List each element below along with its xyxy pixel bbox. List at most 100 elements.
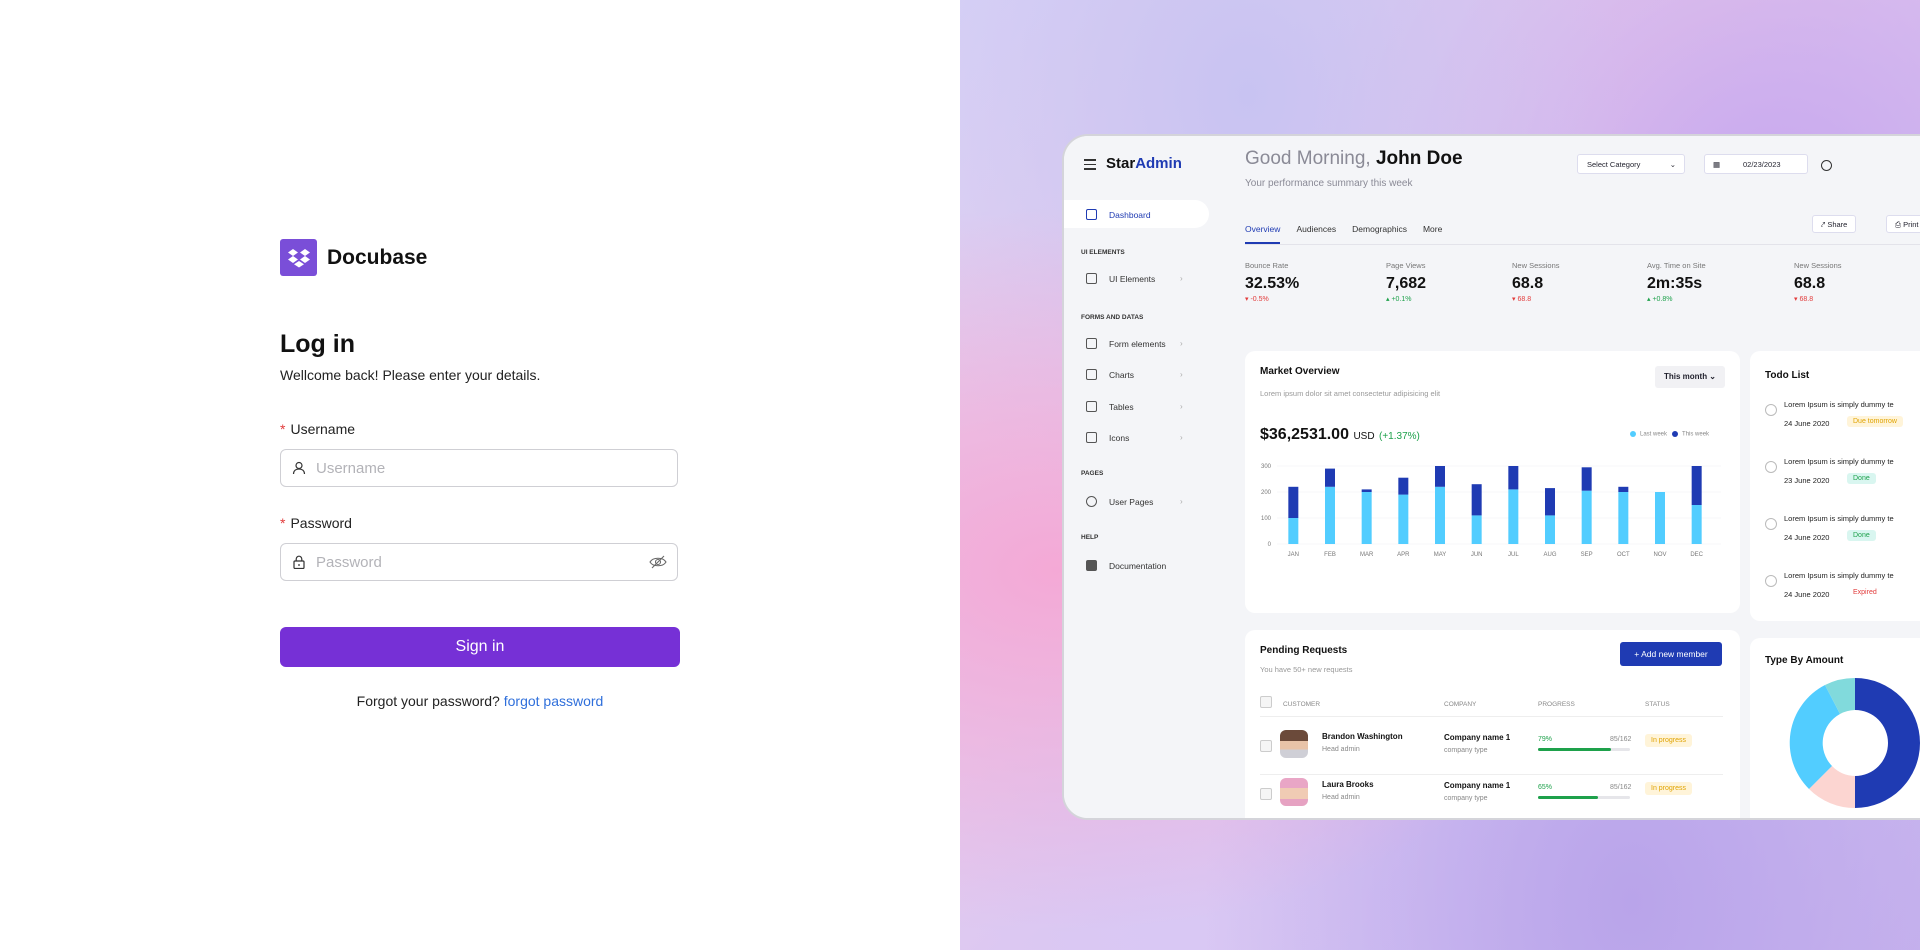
period-select: This month ⌄	[1655, 366, 1725, 388]
x-tick-label: AUG	[1543, 552, 1556, 558]
username-input[interactable]	[314, 458, 677, 478]
chevron-right-icon: ›	[1180, 370, 1183, 379]
grid-icon	[1086, 209, 1097, 220]
type-by-amount-card: Type By Amount	[1750, 638, 1920, 818]
page-title: Log in	[280, 330, 355, 358]
select-category: Select Category ⌄	[1577, 154, 1685, 174]
todo-date: 24 June 2020	[1784, 419, 1830, 428]
stat-label: Page Views	[1386, 261, 1426, 270]
progress-percent: 79%	[1538, 736, 1553, 743]
sidebar-section-help: HELP	[1081, 534, 1099, 541]
todo-text: Lorem Ipsum is simply dummy te	[1784, 400, 1894, 409]
forgot-text: Forgot your password?	[356, 693, 500, 709]
todo-date: 23 June 2020	[1784, 476, 1830, 485]
bar-last-week	[1545, 515, 1555, 544]
login-panel: Docubase Log in Wellcome back! Please en…	[0, 0, 960, 950]
page-subtitle: Wellcome back! Please enter your details…	[280, 367, 541, 383]
col-progress: PROGRESS	[1538, 701, 1575, 708]
checkbox-circle-icon	[1765, 404, 1777, 416]
sidebar-item-charts: Charts ›	[1086, 369, 1183, 380]
username-label-text: Username	[290, 421, 356, 437]
stat-new-sessions: New Sessions 68.8 ▾ 68.8	[1512, 261, 1560, 303]
sidebar-item-label: User Pages	[1109, 496, 1154, 507]
table-row: Brandon Washington Head admin Company na…	[1260, 726, 1723, 775]
stat-page-views: Page Views 7,682 ▴ +0.1%	[1386, 261, 1426, 303]
x-tick-label: FEB	[1324, 552, 1336, 558]
sidebar-section-pages: PAGES	[1081, 470, 1104, 477]
forgot-password-link[interactable]: forgot password	[504, 693, 604, 709]
table-icon	[1086, 401, 1097, 412]
todo-text: Lorem Ipsum is simply dummy te	[1784, 514, 1894, 523]
sidebar-item-tables: Tables ›	[1086, 401, 1183, 412]
sidebar-item-dashboard: Dashboard	[1086, 209, 1151, 220]
legend-this-week: This week	[1682, 431, 1710, 438]
bar-last-week	[1435, 486, 1445, 544]
stat-delta-value: +0.8%	[1652, 296, 1673, 303]
table-row: Laura Brooks Head admin Company name 1 c…	[1260, 774, 1723, 818]
pending-requests-card: Pending Requests You have 50+ new reques…	[1245, 630, 1740, 818]
bar-last-week	[1471, 515, 1482, 544]
share-label: Share	[1827, 220, 1848, 229]
stat-label: Avg. Time on Site	[1647, 261, 1706, 270]
chart-legend: Last week This week	[1630, 431, 1709, 438]
stat-delta-value: 68.8	[1517, 296, 1532, 303]
stat-delta: ▾ 68.8	[1512, 296, 1532, 303]
stat-new-sessions-2: New Sessions 68.8 ▾ 68.8	[1794, 261, 1842, 303]
add-member-label: Add new member	[1641, 649, 1708, 659]
amount-currency: USD	[1353, 431, 1375, 442]
period-label: This month	[1663, 372, 1708, 381]
tab-divider	[1245, 244, 1920, 245]
sidebar: StarAdmin Dashboard UI ELEMENTS UI Eleme…	[1064, 136, 1209, 818]
sidebar-item-form-elements: Form elements ›	[1086, 338, 1183, 349]
dropbox-logo-icon	[280, 239, 317, 276]
eye-hidden-icon[interactable]	[649, 555, 667, 569]
todo-date: 24 June 2020	[1784, 533, 1830, 542]
status-badge: In progress	[1645, 782, 1693, 795]
sign-in-button[interactable]: Sign in	[280, 627, 680, 667]
password-field[interactable]	[280, 543, 678, 581]
password-label: * Password	[280, 515, 352, 531]
tab-demographics: Demographics	[1352, 224, 1407, 234]
stat-delta: ▾ -0.5%	[1245, 296, 1269, 303]
y-tick-label: 100	[1261, 516, 1272, 522]
x-tick-label: JUN	[1471, 552, 1483, 558]
bar-last-week	[1508, 489, 1519, 544]
tab-more: More	[1422, 224, 1443, 234]
stat-value: 7,682	[1386, 275, 1427, 292]
tab-bar: Overview Audiences Demographics More	[1245, 224, 1458, 244]
market-title: Market Overview	[1260, 366, 1340, 377]
password-input[interactable]	[314, 552, 649, 572]
stat-delta: ▴ +0.1%	[1386, 296, 1412, 303]
date-picker: ▦ 02/23/2023	[1704, 154, 1808, 174]
todo-text: Lorem Ipsum is simply dummy te	[1784, 571, 1894, 580]
select-all-checkbox	[1260, 696, 1272, 708]
layout-icon	[1086, 273, 1097, 284]
progress-fraction: 85/162	[1610, 736, 1632, 743]
bar-this-week	[1691, 466, 1702, 505]
brand-star: Star	[1106, 155, 1136, 172]
username-field[interactable]	[280, 449, 678, 487]
bar-this-week	[1288, 486, 1299, 518]
print-label: Print	[1903, 220, 1919, 229]
stat-label: New Sessions	[1794, 261, 1842, 270]
company-name: Company name 1	[1444, 733, 1511, 742]
todo-date: 24 June 2020	[1784, 590, 1830, 599]
x-tick-label: APR	[1397, 552, 1410, 558]
sidebar-item-label: Form elements	[1109, 338, 1166, 349]
progress-bar	[1538, 748, 1630, 751]
stat-value: 32.53%	[1245, 275, 1300, 292]
customer-name: Brandon Washington	[1322, 732, 1403, 741]
checkbox-circle-icon	[1765, 461, 1777, 473]
bar-this-week	[1435, 466, 1445, 487]
stat-label: Bounce Rate	[1245, 261, 1289, 270]
avatar	[1280, 778, 1308, 806]
progress-fraction: 85/162	[1610, 784, 1632, 791]
sidebar-item-label: Icons	[1109, 432, 1130, 443]
progress-percent: 65%	[1538, 784, 1553, 791]
hero-panel: StarAdmin Dashboard UI ELEMENTS UI Eleme…	[960, 0, 1920, 950]
x-tick-label: SEP	[1581, 552, 1593, 558]
sidebar-item-label: Documentation	[1109, 560, 1167, 571]
sidebar-item-label: Tables	[1109, 401, 1134, 412]
y-tick-label: 300	[1261, 464, 1272, 470]
customer-role: Head admin	[1322, 746, 1360, 753]
